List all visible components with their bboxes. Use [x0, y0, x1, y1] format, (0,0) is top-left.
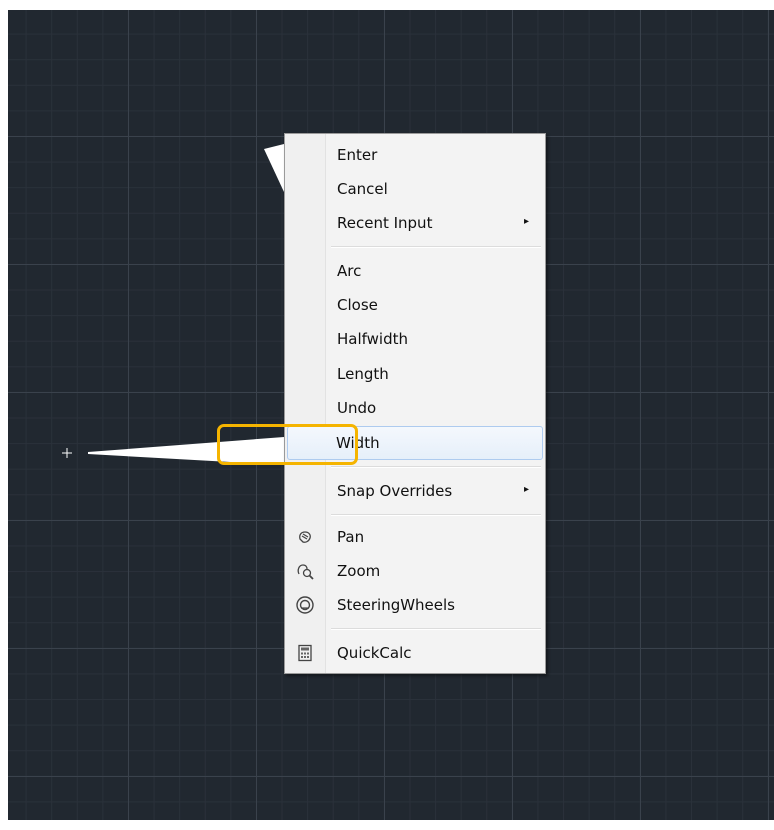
menu-item-label: Snap Overrides [337, 482, 453, 500]
menu-item-undo[interactable]: Undo [287, 392, 543, 424]
menu-item-snap-overrides[interactable]: Snap Overrides ▸ [287, 475, 543, 507]
menu-item-zoom[interactable]: Zoom [287, 555, 543, 587]
menu-item-enter[interactable]: Enter [287, 139, 543, 171]
menu-item-quickcalc[interactable]: QuickCalc [287, 637, 543, 669]
context-menu: Enter Cancel Recent Input ▸ Arc Close Ha… [284, 133, 546, 674]
menu-item-label: Close [337, 296, 378, 314]
menu-item-label: Zoom [337, 562, 381, 580]
calculator-icon [298, 644, 312, 662]
menu-item-cancel[interactable]: Cancel [287, 173, 543, 205]
menu-item-pan[interactable]: Pan [287, 521, 543, 553]
menu-separator [331, 246, 541, 248]
menu-item-label: Halfwidth [337, 330, 409, 348]
steering-wheel-icon [296, 596, 314, 614]
menu-item-close[interactable]: Close [287, 289, 543, 321]
menu-separator [331, 466, 541, 468]
highlight-annotation [217, 424, 358, 465]
menu-item-label: Enter [337, 146, 378, 164]
menu-item-halfwidth[interactable]: Halfwidth [287, 323, 543, 355]
menu-item-label: Pan [337, 528, 365, 546]
menu-separator [331, 514, 541, 516]
menu-item-arc[interactable]: Arc [287, 255, 543, 287]
submenu-arrow-icon: ▸ [523, 216, 529, 227]
zoom-icon [297, 564, 314, 580]
pan-icon [299, 531, 311, 543]
submenu-arrow-icon: ▸ [523, 484, 529, 495]
menu-item-label: QuickCalc [337, 644, 412, 662]
menu-item-steeringwheels[interactable]: SteeringWheels [287, 589, 543, 621]
menu-item-recent-input[interactable]: Recent Input ▸ [287, 207, 543, 239]
menu-item-label: Length [337, 365, 389, 383]
menu-separator [331, 628, 541, 630]
polyline-segment-top [264, 144, 284, 192]
menu-item-label: Cancel [337, 180, 388, 198]
menu-item-length[interactable]: Length [287, 358, 543, 390]
menu-item-label: Arc [337, 262, 362, 280]
menu-item-label: Undo [337, 399, 377, 417]
menu-item-label: Recent Input [337, 214, 433, 232]
menu-item-label: SteeringWheels [337, 596, 456, 614]
